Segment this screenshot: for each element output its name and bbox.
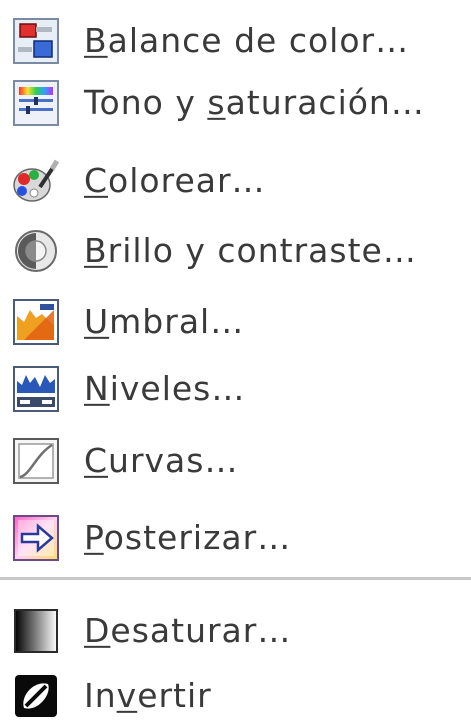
levels-icon [10, 363, 62, 415]
menu-item-posterize[interactable]: Posterizar… [0, 507, 471, 569]
menu-item-levels[interactable]: Niveles… [0, 358, 471, 420]
menu-item-label: Posterizar… [84, 517, 292, 557]
curves-icon [10, 435, 62, 487]
menu-item-label: Colorear… [84, 160, 266, 200]
invert-icon [10, 670, 62, 722]
posterize-icon [10, 512, 62, 564]
menu-item-hue-saturation[interactable]: Tono y saturación… [0, 72, 471, 134]
colorize-icon [10, 155, 62, 207]
colors-menu: Balance de color… Tono y saturación… Col… [0, 0, 471, 721]
menu-item-label: Brillo y contraste… [84, 230, 417, 270]
menu-item-invert[interactable]: Invertir [0, 665, 471, 727]
menu-item-colorize[interactable]: Colorear… [0, 150, 471, 212]
hue-saturation-icon [10, 77, 62, 129]
menu-item-label: Balance de color… [84, 20, 410, 60]
menu-item-color-balance[interactable]: Balance de color… [0, 10, 471, 72]
menu-item-label: Invertir [84, 675, 212, 715]
menu-item-threshold[interactable]: Umbral… [0, 291, 471, 353]
menu-item-label: Curvas… [84, 440, 239, 480]
color-balance-icon [10, 15, 62, 67]
desaturate-icon [10, 605, 62, 657]
menu-item-brightness-contrast[interactable]: Brillo y contraste… [0, 220, 471, 282]
menu-item-curves[interactable]: Curvas… [0, 430, 471, 492]
menu-separator [0, 577, 471, 580]
menu-item-label: Tono y saturación… [84, 82, 425, 122]
menu-item-desaturate[interactable]: Desaturar… [0, 600, 471, 662]
menu-item-label: Niveles… [84, 368, 246, 408]
brightness-contrast-icon [10, 225, 62, 277]
menu-item-label: Desaturar… [84, 610, 292, 650]
threshold-icon [10, 296, 62, 348]
menu-item-label: Umbral… [84, 301, 245, 341]
